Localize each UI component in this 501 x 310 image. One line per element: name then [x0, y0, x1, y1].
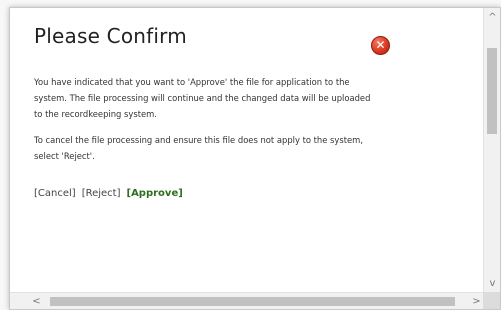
chevron-left-icon[interactable]: <: [28, 293, 45, 309]
approve-message: You have indicated that you want to 'App…: [34, 77, 371, 119]
horizontal-scroll-thumb[interactable]: [50, 297, 455, 306]
dialog-title: Please Confirm: [34, 24, 187, 48]
chevron-up-icon[interactable]: ^: [484, 9, 500, 26]
confirm-dialog: Please Confirm ✕ You have indicated that…: [9, 7, 501, 310]
chevron-down-icon[interactable]: v: [484, 275, 500, 292]
scrollbar-corner: [483, 292, 500, 309]
approve-link[interactable]: [Approve]: [127, 188, 183, 199]
vertical-scroll-thumb[interactable]: [487, 48, 497, 134]
horizontal-scrollbar[interactable]: < >: [10, 292, 485, 309]
reject-instructions: To cancel the file processing and ensure…: [34, 135, 363, 161]
cancel-link[interactable]: [Cancel]: [34, 188, 76, 199]
close-button[interactable]: ✕: [371, 36, 390, 55]
reject-link[interactable]: [Reject]: [82, 188, 121, 199]
close-icon: ✕: [375, 38, 386, 52]
dialog-actions: [Cancel] [Reject] [Approve]: [34, 188, 183, 199]
vertical-scrollbar[interactable]: ^ v: [483, 8, 500, 292]
